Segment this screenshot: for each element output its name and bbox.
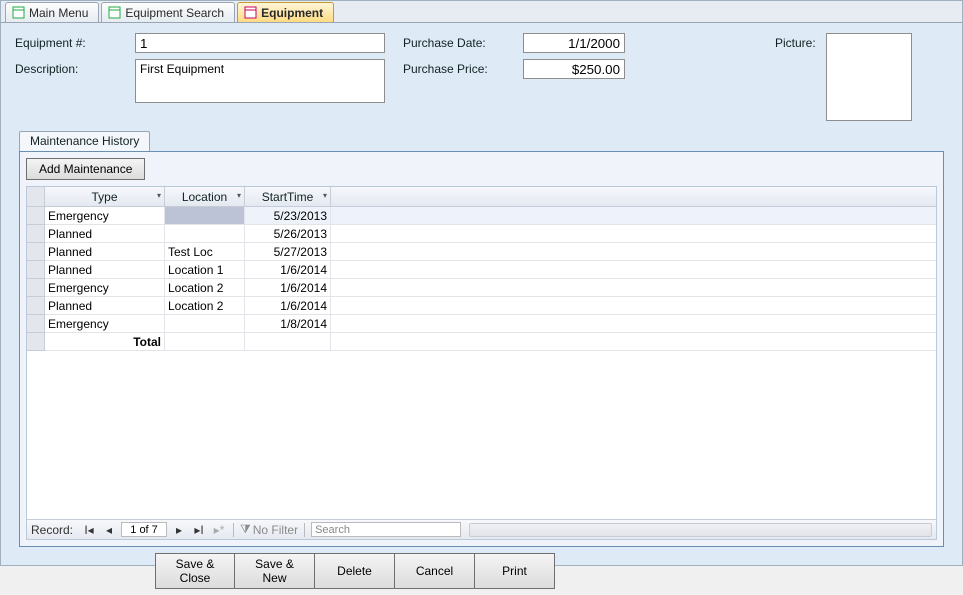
cell-starttime[interactable]: 1/6/2014 xyxy=(245,261,331,279)
column-header-label: StartTime xyxy=(262,190,314,204)
cancel-button[interactable]: Cancel xyxy=(395,553,475,589)
cell-starttime[interactable]: 5/27/2013 xyxy=(245,243,331,261)
cell-location[interactable] xyxy=(165,207,245,225)
nav-prev-button[interactable]: ◂ xyxy=(101,522,117,538)
cell-location[interactable]: Location 2 xyxy=(165,279,245,297)
column-header-label: Location xyxy=(182,190,227,204)
form-icon xyxy=(244,6,257,19)
save-close-button[interactable]: Save & Close xyxy=(155,553,235,589)
record-navigator: Record: I◂ ◂ ▸ ▸I ▸* ⧩ No Filter xyxy=(27,519,936,539)
chevron-down-icon[interactable]: ▾ xyxy=(237,191,241,200)
cell-type[interactable]: Emergency xyxy=(45,279,165,297)
cell-location[interactable] xyxy=(165,315,245,333)
table-row[interactable]: EmergencyLocation 21/6/2014 xyxy=(27,279,936,297)
form-action-buttons: Save & Close Save & New Delete Cancel Pr… xyxy=(155,553,948,589)
purchase-date-field[interactable] xyxy=(523,33,625,53)
grid-total-row: Total xyxy=(27,333,936,351)
grid-search-input[interactable] xyxy=(311,522,461,537)
row-selector[interactable] xyxy=(27,297,45,315)
purchase-price-label: Purchase Price: xyxy=(403,59,523,76)
column-header-starttime[interactable]: StartTime ▾ xyxy=(245,187,331,207)
cell-location[interactable]: Location 2 xyxy=(165,297,245,315)
delete-button[interactable]: Delete xyxy=(315,553,395,589)
table-row[interactable]: PlannedTest Loc5/27/2013 xyxy=(27,243,936,261)
print-button[interactable]: Print xyxy=(475,553,555,589)
record-label: Record: xyxy=(31,523,73,537)
funnel-icon: ⧩ xyxy=(240,522,251,537)
cell-type[interactable]: Planned xyxy=(45,297,165,315)
table-row[interactable]: Emergency 1/8/2014 xyxy=(27,315,936,333)
cell-type[interactable]: Emergency xyxy=(45,207,165,225)
equipment-no-label: Equipment #: xyxy=(15,33,135,50)
cell-starttime[interactable]: 5/26/2013 xyxy=(245,225,331,243)
save-new-button[interactable]: Save & New xyxy=(235,553,315,589)
row-selector[interactable] xyxy=(27,207,45,225)
grid-empty-area xyxy=(27,351,936,519)
cell-type[interactable]: Planned xyxy=(45,225,165,243)
nav-next-button[interactable]: ▸ xyxy=(171,522,187,538)
picture-label: Picture: xyxy=(775,33,816,121)
maintenance-grid: Type ▾ Location ▾ StartTime ▾ xyxy=(26,186,937,540)
no-filter-label: No Filter xyxy=(253,523,298,537)
chevron-down-icon[interactable]: ▾ xyxy=(323,191,327,200)
equipment-no-field[interactable] xyxy=(135,33,385,53)
form-icon xyxy=(108,6,121,19)
row-selector[interactable] xyxy=(27,225,45,243)
nav-position-field[interactable] xyxy=(121,522,167,537)
description-field[interactable] xyxy=(135,59,385,103)
tab-label: Main Menu xyxy=(29,6,88,20)
cell-starttime[interactable]: 1/8/2014 xyxy=(245,315,331,333)
cell-starttime[interactable]: 1/6/2014 xyxy=(245,279,331,297)
form-icon xyxy=(12,6,25,19)
total-label: Total xyxy=(45,333,165,351)
tab-equipment-search[interactable]: Equipment Search xyxy=(101,2,235,22)
no-filter-indicator[interactable]: ⧩ No Filter xyxy=(240,522,298,537)
equipment-form: Equipment #: Purchase Date: Description:… xyxy=(1,23,962,595)
maintenance-history-subform: Add Maintenance Type ▾ Location ▾ xyxy=(19,151,944,547)
cell-location[interactable]: Location 1 xyxy=(165,261,245,279)
nav-last-button[interactable]: ▸I xyxy=(191,522,207,538)
table-row[interactable]: PlannedLocation 11/6/2014 xyxy=(27,261,936,279)
column-header-filler xyxy=(331,187,936,207)
table-row[interactable]: Emergency 5/23/2013 xyxy=(27,207,936,225)
table-row[interactable]: Planned 5/26/2013 xyxy=(27,225,936,243)
tab-label: Equipment Search xyxy=(125,6,224,20)
description-label: Description: xyxy=(15,59,135,76)
cell-location[interactable]: Test Loc xyxy=(165,243,245,261)
purchase-price-field[interactable] xyxy=(523,59,625,79)
chevron-down-icon[interactable]: ▾ xyxy=(157,191,161,200)
tab-maintenance-history[interactable]: Maintenance History xyxy=(19,131,150,151)
cell-starttime[interactable]: 5/23/2013 xyxy=(245,207,331,225)
column-header-label: Type xyxy=(91,190,117,204)
column-header-type[interactable]: Type ▾ xyxy=(45,187,165,207)
cell-type[interactable]: Emergency xyxy=(45,315,165,333)
row-selector[interactable] xyxy=(27,315,45,333)
purchase-date-label: Purchase Date: xyxy=(403,33,523,50)
row-selector[interactable] xyxy=(27,243,45,261)
nav-first-button[interactable]: I◂ xyxy=(81,522,97,538)
table-row[interactable]: PlannedLocation 21/6/2014 xyxy=(27,297,936,315)
row-selector[interactable] xyxy=(27,279,45,297)
tab-label: Equipment xyxy=(261,6,323,20)
row-selector[interactable] xyxy=(27,261,45,279)
cell-type[interactable]: Planned xyxy=(45,243,165,261)
horizontal-scrollbar[interactable] xyxy=(469,523,932,537)
nav-new-button[interactable]: ▸* xyxy=(211,522,227,538)
tab-main-menu[interactable]: Main Menu xyxy=(5,2,99,22)
add-maintenance-button[interactable]: Add Maintenance xyxy=(26,158,145,180)
picture-box[interactable] xyxy=(826,33,912,121)
column-header-location[interactable]: Location ▾ xyxy=(165,187,245,207)
cell-location[interactable] xyxy=(165,225,245,243)
cell-type[interactable]: Planned xyxy=(45,261,165,279)
cell-starttime[interactable]: 1/6/2014 xyxy=(245,297,331,315)
tab-equipment[interactable]: Equipment xyxy=(237,2,334,22)
window-tabstrip: Main Menu Equipment Search Equipment xyxy=(1,1,962,23)
grid-corner[interactable] xyxy=(27,187,45,207)
